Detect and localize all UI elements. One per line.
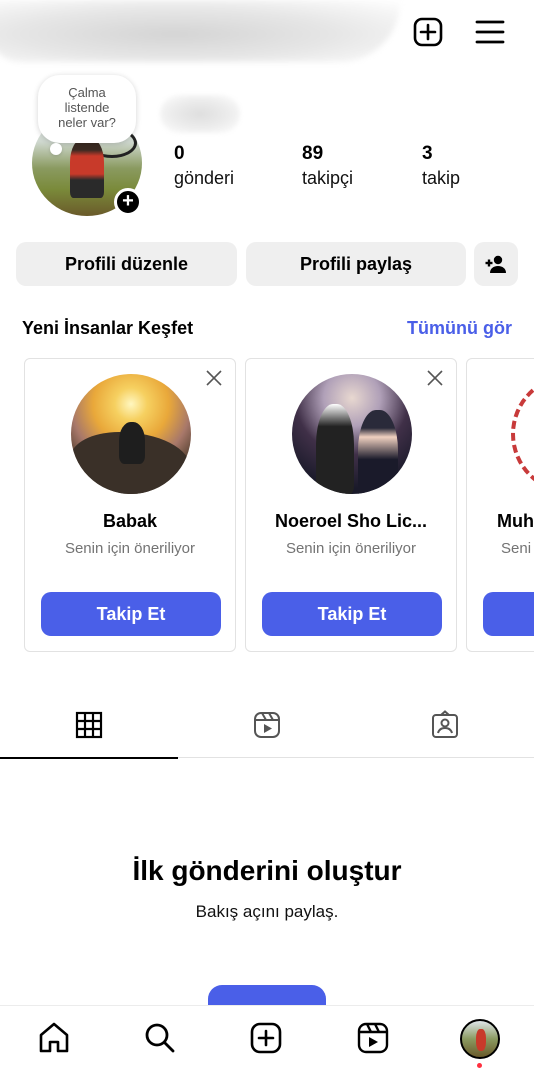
close-icon[interactable] bbox=[426, 369, 444, 387]
tab-posts[interactable] bbox=[0, 700, 178, 759]
suggestion-name: Noeroel Sho Lic... bbox=[274, 511, 428, 531]
grid-icon bbox=[75, 711, 103, 739]
note-line: Çalma bbox=[68, 85, 106, 100]
empty-state-subtitle: Bakış açını paylaş. bbox=[195, 902, 339, 921]
note-line: listende bbox=[64, 100, 110, 115]
followers-count: 89 bbox=[302, 143, 324, 164]
notification-dot bbox=[477, 1063, 482, 1068]
tagged-icon bbox=[432, 710, 458, 738]
suggestion-name: Muh bbox=[497, 511, 534, 531]
suggestion-card[interactable]: Babak Senin için öneriliyor Takip Et bbox=[24, 358, 236, 652]
new-post-icon[interactable] bbox=[410, 14, 446, 50]
home-icon[interactable] bbox=[36, 1020, 72, 1056]
share-profile-button[interactable]: Profili paylaş bbox=[246, 242, 466, 286]
note-bubble[interactable]: Çalma listende neler var? bbox=[38, 75, 136, 143]
suggestion-avatar[interactable] bbox=[292, 374, 412, 494]
search-icon[interactable] bbox=[142, 1020, 178, 1056]
note-bubble-tail bbox=[50, 143, 62, 155]
empty-state-title: İlk gönderini oluştur bbox=[132, 855, 402, 886]
reels-icon bbox=[254, 712, 280, 738]
following-stat[interactable]: 3 takip bbox=[422, 143, 460, 191]
blurred-username-header bbox=[0, 0, 400, 62]
followers-stat[interactable]: 89 takipçi bbox=[302, 143, 353, 191]
add-person-icon bbox=[485, 255, 506, 273]
following-count: 3 bbox=[422, 143, 433, 164]
followers-label: takipçi bbox=[302, 168, 354, 188]
reels-icon[interactable] bbox=[355, 1020, 391, 1056]
note-line: neler var? bbox=[58, 115, 116, 130]
suggestion-card[interactable]: Muh Seni bbox=[466, 358, 534, 652]
following-label: takip bbox=[422, 168, 461, 188]
discover-title: Yeni İnsanlar Keşfet bbox=[22, 318, 194, 338]
edit-profile-button[interactable]: Profili düzenle bbox=[16, 242, 237, 286]
create-icon[interactable] bbox=[248, 1020, 284, 1056]
menu-icon[interactable] bbox=[472, 14, 508, 50]
blurred-display-name bbox=[160, 95, 240, 133]
posts-label: gönderi bbox=[174, 168, 235, 188]
suggestion-avatar[interactable] bbox=[71, 374, 191, 494]
suggestion-card[interactable]: Noeroel Sho Lic... Senin için öneriliyor… bbox=[245, 358, 457, 652]
add-story-icon[interactable]: + bbox=[114, 188, 142, 216]
suggestion-subtitle: Senin için öneriliyor bbox=[285, 540, 417, 557]
see-all-link[interactable]: Tümünü gör bbox=[407, 318, 512, 339]
suggestion-name: Babak bbox=[102, 511, 158, 531]
profile-avatar[interactable] bbox=[460, 1019, 500, 1059]
posts-count: 0 bbox=[174, 143, 185, 164]
suggestion-subtitle: Seni bbox=[501, 540, 532, 557]
discover-people-button[interactable] bbox=[474, 242, 518, 286]
bottom-navigation bbox=[0, 1005, 534, 1080]
tab-reels[interactable] bbox=[178, 700, 356, 758]
follow-button[interactable]: Takip Et bbox=[41, 592, 221, 636]
posts-stat[interactable]: 0 gönderi bbox=[174, 143, 234, 191]
follow-button[interactable] bbox=[483, 592, 534, 636]
top-bar bbox=[0, 0, 534, 70]
suggestion-subtitle: Senin için öneriliyor bbox=[64, 540, 196, 557]
suggestion-avatar[interactable] bbox=[511, 374, 534, 494]
close-icon[interactable] bbox=[205, 369, 223, 387]
profile-tabs bbox=[0, 700, 534, 759]
suggestions-carousel[interactable]: Babak Senin için öneriliyor Takip Et Noe… bbox=[24, 358, 534, 652]
follow-button[interactable]: Takip Et bbox=[262, 592, 442, 636]
tab-tagged[interactable] bbox=[356, 700, 534, 758]
